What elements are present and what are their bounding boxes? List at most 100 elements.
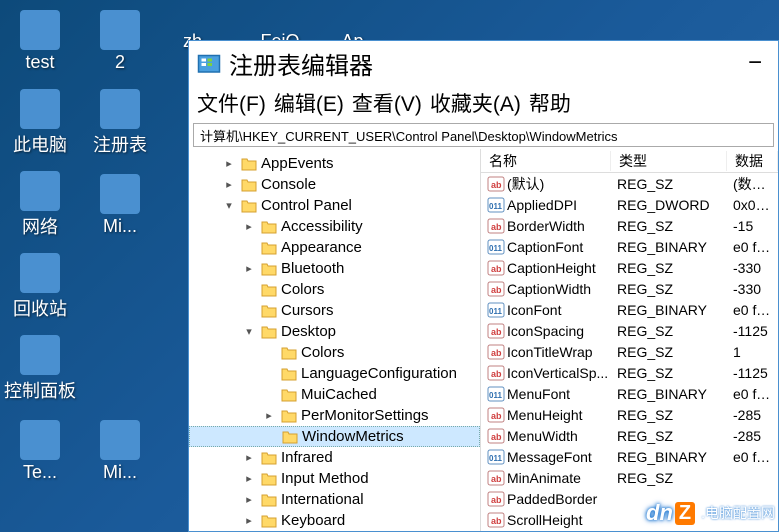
tree-item[interactable]: Colors <box>189 342 480 363</box>
chevron-icon[interactable]: ▸ <box>241 514 257 527</box>
list-row[interactable]: abCaptionWidthREG_SZ-330 <box>481 278 778 299</box>
list-row[interactable]: abIconTitleWrapREG_SZ1 <box>481 341 778 362</box>
desktop-icon[interactable]: 此电脑 <box>0 82 80 164</box>
col-data[interactable]: 数据 <box>727 151 778 171</box>
svg-text:011: 011 <box>489 202 502 211</box>
tree-item[interactable]: ▸Accessibility <box>189 216 480 237</box>
list-row[interactable]: 011CaptionFontREG_BINARYe0 ff ff ff <box>481 236 778 257</box>
tree-item-label: Control Panel <box>261 197 352 214</box>
string-value-icon: ab <box>487 365 505 381</box>
list-row[interactable]: ab(默认)REG_SZ(数值未设 <box>481 173 778 194</box>
chevron-icon[interactable]: ▸ <box>221 157 237 170</box>
value-type: REG_DWORD <box>611 197 727 213</box>
list-row[interactable]: abMinAnimateREG_SZ <box>481 467 778 488</box>
chevron-icon[interactable]: ▸ <box>261 409 277 422</box>
string-value-icon: ab <box>487 176 505 192</box>
tree-item[interactable]: ▸Input Method <box>189 468 480 489</box>
col-type[interactable]: 类型 <box>611 151 727 171</box>
tree-item[interactable]: ▸International <box>189 489 480 510</box>
value-name: BorderWidth <box>507 218 585 234</box>
desktop-icon[interactable]: 网络 <box>0 164 80 246</box>
minimize-button[interactable]: − <box>740 49 770 77</box>
tree-item-label: Keyboard <box>281 512 345 529</box>
tree-item-label: AppEvents <box>261 155 334 172</box>
chevron-icon[interactable]: ▾ <box>221 199 237 212</box>
desktop-icon[interactable]: Mi... <box>80 164 160 246</box>
titlebar[interactable]: 注册表编辑器 − <box>189 41 778 85</box>
list-row[interactable]: 011IconFontREG_BINARYe0 ff ff ff <box>481 299 778 320</box>
binary-value-icon: 011 <box>487 386 505 402</box>
folder-icon <box>241 178 257 192</box>
menu-view[interactable]: 查看(V) <box>352 88 422 118</box>
app-icon <box>100 174 140 214</box>
tree-pane[interactable]: ▸ AppEvents ▸Console ▾ Control Panel ▸Accessi… <box>189 149 481 531</box>
chevron-icon[interactable]: ▾ <box>241 325 257 338</box>
tree-item[interactable]: ▾ Control Panel <box>189 195 480 216</box>
app-icon <box>20 10 60 50</box>
list-row[interactable]: 011MenuFontREG_BINARYe0 ff ff ff <box>481 383 778 404</box>
value-type: REG_BINARY <box>611 239 727 255</box>
tree-item[interactable]: ▸Bluetooth <box>189 258 480 279</box>
value-name: MenuFont <box>507 386 570 402</box>
list-row[interactable]: abIconVerticalSp...REG_SZ-1125 <box>481 362 778 383</box>
desktop-icon[interactable]: 注册表 <box>80 82 160 164</box>
tree-item[interactable]: ▸ AppEvents <box>189 153 480 174</box>
tree-item[interactable]: Cursors <box>189 300 480 321</box>
value-type: REG_SZ <box>611 470 727 486</box>
menu-help[interactable]: 帮助 <box>529 88 571 118</box>
list-row[interactable]: abCaptionHeightREG_SZ-330 <box>481 257 778 278</box>
desktop-icon[interactable]: Te... <box>0 410 80 492</box>
watermark: dn Z .电脑配置网 <box>646 500 775 526</box>
value-name: MenuHeight <box>507 407 583 423</box>
list-pane[interactable]: 名称 类型 数据 ab(默认)REG_SZ(数值未设011AppliedDPIR… <box>481 149 778 531</box>
desktop-icon[interactable]: Mi... <box>80 410 160 492</box>
value-type: REG_SZ <box>611 260 727 276</box>
watermark-logo: dn <box>646 500 673 526</box>
list-row[interactable]: abIconSpacingREG_SZ-1125 <box>481 320 778 341</box>
chevron-icon[interactable]: ▸ <box>241 472 257 485</box>
address-bar[interactable]: 计算机\HKEY_CURRENT_USER\Control Panel\Desk… <box>193 123 774 147</box>
svg-text:ab: ab <box>491 432 502 442</box>
value-data: e0 ff ff ff <box>727 449 778 465</box>
chevron-icon[interactable]: ▸ <box>241 220 257 233</box>
tree-item[interactable]: Colors <box>189 279 480 300</box>
desktop-icon[interactable]: test <box>0 0 80 82</box>
chevron-icon[interactable]: ▸ <box>241 451 257 464</box>
app-icon <box>100 420 140 460</box>
list-row[interactable]: abBorderWidthREG_SZ-15 <box>481 215 778 236</box>
string-value-icon: ab <box>487 491 505 507</box>
string-value-icon: ab <box>487 470 505 486</box>
value-type: REG_BINARY <box>611 302 727 318</box>
tree-item[interactable]: Appearance <box>189 237 480 258</box>
menu-file[interactable]: 文件(F) <box>197 88 266 118</box>
tree-item[interactable]: WindowMetrics <box>189 426 480 447</box>
tree-item[interactable]: ▾Desktop <box>189 321 480 342</box>
tree-item[interactable]: ▸Console <box>189 174 480 195</box>
list-row[interactable]: abMenuHeightREG_SZ-285 <box>481 404 778 425</box>
menu-edit[interactable]: 编辑(E) <box>274 88 344 118</box>
menu-favorites[interactable]: 收藏夹(A) <box>430 88 521 118</box>
tree-item[interactable]: ▸ Keyboard <box>189 510 480 531</box>
col-name[interactable]: 名称 <box>481 151 611 171</box>
tree-item[interactable]: MuiCached <box>189 384 480 405</box>
list-row[interactable]: 011MessageFontREG_BINARYe0 ff ff ff <box>481 446 778 467</box>
folder-icon <box>261 325 277 339</box>
tree-item[interactable]: LanguageConfiguration <box>189 363 480 384</box>
tree-item[interactable]: ▸Infrared <box>189 447 480 468</box>
string-value-icon: ab <box>487 407 505 423</box>
folder-icon <box>261 241 277 255</box>
chevron-icon[interactable]: ▸ <box>221 178 237 191</box>
desktop-icon-label: 2 <box>115 52 125 73</box>
desktop-icon-label: 回收站 <box>13 295 67 321</box>
chevron-icon[interactable]: ▸ <box>241 262 257 275</box>
list-row[interactable]: abMenuWidthREG_SZ-285 <box>481 425 778 446</box>
menubar: 文件(F) 编辑(E) 查看(V) 收藏夹(A) 帮助 <box>189 85 778 121</box>
desktop-icon[interactable]: 回收站 <box>0 246 80 328</box>
desktop-icon[interactable]: 控制面板 <box>0 328 80 410</box>
svg-text:ab: ab <box>491 495 502 505</box>
list-row[interactable]: 011AppliedDPIREG_DWORD0x00000 <box>481 194 778 215</box>
tree-item[interactable]: ▸PerMonitorSettings <box>189 405 480 426</box>
desktop-icon[interactable]: 2 <box>80 0 160 82</box>
value-name: IconVerticalSp... <box>507 365 608 381</box>
chevron-icon[interactable]: ▸ <box>241 493 257 506</box>
